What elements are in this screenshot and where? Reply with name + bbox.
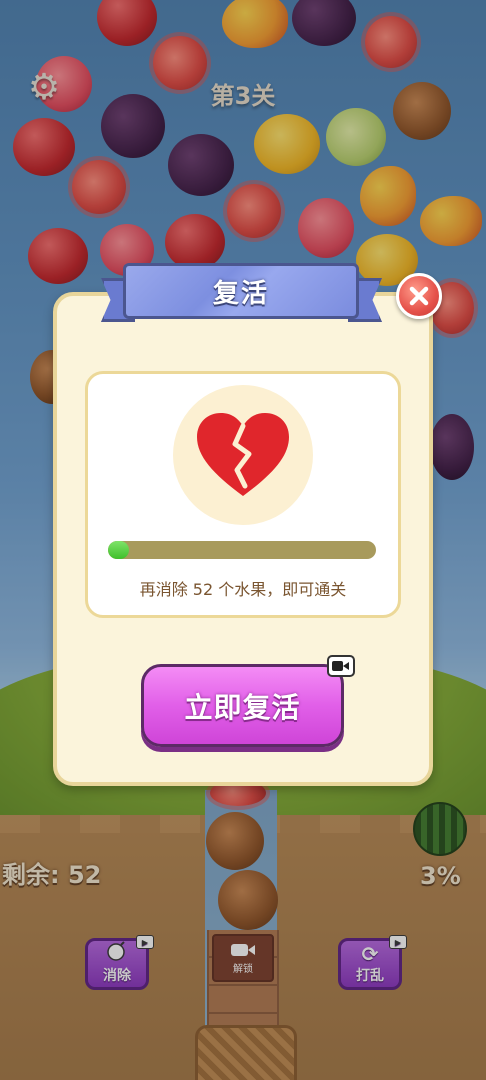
broken-heart-icon: [197, 413, 289, 496]
revive-button-label: 立即复活: [184, 690, 301, 724]
close-button[interactable]: [396, 273, 442, 319]
broken-heart-badge: [173, 385, 313, 525]
dialog-title-ribbon: 复活: [123, 263, 359, 319]
dialog-title: 复活: [212, 278, 269, 309]
progress-fill: [108, 541, 130, 559]
video-camera-icon: [327, 655, 355, 677]
progress-hint: 再消除 52 个水果，即可通关: [139, 580, 347, 599]
progress-bar: [108, 541, 376, 559]
close-icon: [409, 286, 429, 306]
revive-now-button[interactable]: 立即复活: [141, 664, 344, 747]
